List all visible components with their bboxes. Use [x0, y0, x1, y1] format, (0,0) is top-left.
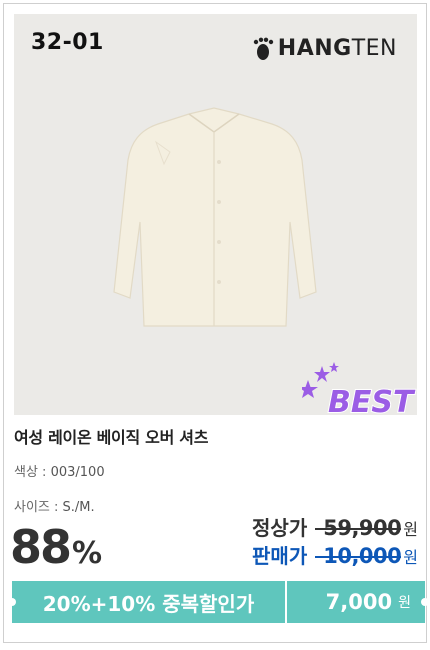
- regular-price-row: 정상가 59,900 원: [252, 512, 418, 541]
- product-code: 32-01: [31, 30, 104, 55]
- regular-price: 59,900: [315, 516, 402, 540]
- footprint-icon: [253, 37, 273, 60]
- coupon-price: 7,000: [325, 590, 393, 614]
- coupon-notch-right: [421, 598, 429, 606]
- product-color: 색상 : 003/100: [14, 465, 105, 480]
- shirt-image: [113, 107, 317, 327]
- product-name[interactable]: 여성 레이온 베이직 오버 셔츠: [14, 424, 208, 448]
- sale-price-unit: 원: [403, 548, 418, 567]
- sale-price-label: 판매가: [252, 544, 308, 568]
- best-badge-text: BEST: [328, 385, 416, 415]
- coupon-label-box: 20%+10% 중복할인가: [8, 581, 285, 623]
- brand-logo: HANGTEN: [252, 36, 397, 61]
- brand-name: HANGTEN: [277, 36, 397, 61]
- coupon-banner[interactable]: 20%+10% 중복할인가 7,000 원: [8, 581, 429, 623]
- coupon-price-box: 7,000 원: [287, 581, 429, 623]
- product-size: 사이즈 : S./M.: [14, 500, 95, 515]
- coupon-label: 20%+10% 중복할인가: [42, 591, 255, 616]
- sale-price: 10,000: [315, 544, 402, 568]
- best-badge: BEST: [302, 362, 417, 415]
- sale-price-row: 판매가 10,000 원: [252, 540, 418, 569]
- coupon-notch-left: [8, 598, 16, 606]
- regular-price-unit: 원: [403, 520, 418, 539]
- coupon-price-unit: 원: [398, 595, 411, 611]
- product-image[interactable]: 32-01 HANGTEN BEST: [14, 14, 417, 415]
- regular-price-label: 정상가: [252, 516, 308, 540]
- discount-rate: 88%: [10, 520, 102, 574]
